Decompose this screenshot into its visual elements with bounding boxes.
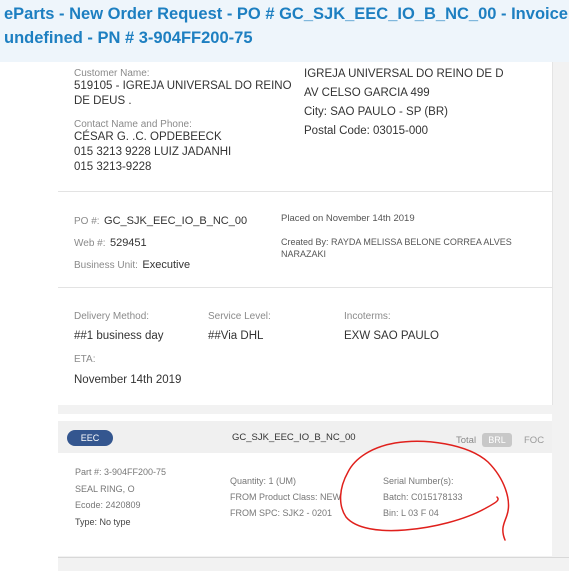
part-type: Type: No type bbox=[75, 517, 131, 527]
address-line-1: IGREJA UNIVERSAL DO REINO DE D bbox=[304, 68, 504, 80]
incoterms-label: Incoterms: bbox=[344, 311, 391, 322]
business-unit-row: Business Unit: Executive bbox=[74, 255, 190, 273]
delivery-method-label: Delivery Method: bbox=[74, 311, 150, 322]
line-item-badge[interactable]: EEC bbox=[67, 430, 113, 446]
service-level-value: ##Via DHL bbox=[208, 330, 264, 342]
eta-label: ETA: bbox=[74, 354, 96, 365]
contact-label: Contact Name and Phone: bbox=[74, 119, 192, 130]
created-by: Created By: RAYDA MELISSA BELONE CORREA … bbox=[281, 237, 512, 247]
delivery-method-value: ##1 business day bbox=[74, 330, 164, 342]
address-line-2: AV CELSO GARCIA 499 bbox=[304, 87, 430, 99]
business-unit-label: Business Unit: bbox=[74, 260, 138, 271]
po-value: GC_SJK_EEC_IO_B_NC_00 bbox=[104, 215, 248, 227]
placed-date: Placed on November 14th 2019 bbox=[281, 213, 415, 224]
eta-value: November 14th 2019 bbox=[74, 374, 182, 386]
from-product-class: FROM Product Class: NEW bbox=[230, 492, 342, 502]
ecode: Ecode: 2420809 bbox=[75, 500, 141, 510]
page-title-line-1: eParts - New Order Request - PO # GC_SJK… bbox=[4, 5, 569, 23]
web-row: Web #: 529451 bbox=[74, 233, 147, 251]
po-row: PO #: GC_SJK_EEC_IO_B_NC_00 bbox=[74, 211, 247, 229]
customer-name-cont: DE DEUS . bbox=[74, 95, 132, 107]
currency-toggle-foc[interactable]: FOC bbox=[524, 435, 544, 446]
part-number: Part #: 3-904FF200-75 bbox=[75, 467, 167, 477]
address-city: City: SAO PAULO - SP (BR) bbox=[304, 106, 448, 118]
contact-name: CÉSAR G. .C. OPDEBEECK bbox=[74, 131, 222, 143]
serial-numbers-label: Serial Number(s): bbox=[383, 476, 454, 486]
from-spc: FROM SPC: SJK2 - 0201 bbox=[230, 508, 333, 518]
po-label: PO #: bbox=[74, 216, 100, 227]
part-description: SEAL RING, O bbox=[75, 484, 135, 494]
page-title-line-2: undefined - PN # 3-904FF200-75 bbox=[4, 29, 253, 47]
web-value: 529451 bbox=[109, 237, 147, 249]
section-divider bbox=[58, 287, 552, 288]
currency-toggle-brl[interactable]: BRL bbox=[482, 433, 512, 447]
web-label: Web #: bbox=[74, 238, 106, 249]
total-label: Total bbox=[456, 435, 477, 446]
quantity: Quantity: 1 (UM) bbox=[230, 476, 297, 486]
customer-name-label: Customer Name: bbox=[74, 68, 150, 79]
customer-name: 519105 - IGREJA UNIVERSAL DO REINO bbox=[74, 80, 292, 92]
business-unit-value: Executive bbox=[142, 259, 191, 271]
window-title-bar: eParts - New Order Request - PO # GC_SJK… bbox=[0, 0, 569, 62]
line-item-po: GC_SJK_EEC_IO_B_NC_00 bbox=[232, 432, 356, 443]
service-level-label: Service Level: bbox=[208, 311, 271, 322]
batch: Batch: C015178133 bbox=[383, 492, 463, 502]
bin-location: Bin: L 03 F 04 bbox=[383, 508, 439, 518]
bottom-divider bbox=[58, 557, 569, 558]
contact-phone-1: 015 3213 9228 LUIZ JADANHI bbox=[74, 146, 232, 158]
incoterms-value: EXW SAO PAULO bbox=[344, 330, 440, 342]
contact-phone-2: 015 3213-9228 bbox=[74, 161, 152, 173]
address-postal-code: Postal Code: 03015-000 bbox=[304, 125, 429, 137]
created-by-cont: NARAZAKI bbox=[281, 249, 327, 259]
section-divider bbox=[58, 191, 552, 192]
